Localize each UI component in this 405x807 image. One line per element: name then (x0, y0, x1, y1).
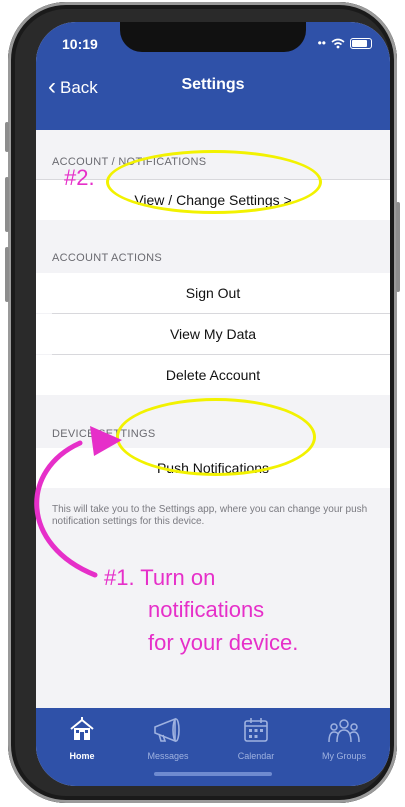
push-notifications-note: This will take you to the Settings app, … (52, 504, 368, 527)
wifi-icon (331, 38, 345, 48)
tab-label: My Groups (321, 751, 366, 761)
tab-home[interactable]: Home (38, 716, 126, 761)
status-time: 10:19 (62, 36, 98, 52)
power-button (396, 202, 400, 292)
sign-out-button[interactable]: Sign Out (36, 273, 390, 313)
annotation-step-2: #2. (64, 165, 95, 190)
mute-switch (5, 122, 9, 152)
annotation-step-1-line-2: notifications (148, 597, 265, 622)
navigation-bar: 10:19 •• ‹ Back Settings (36, 22, 390, 130)
megaphone-icon (154, 717, 180, 743)
tab-bar: Home Messages Calendar My Groups (36, 708, 390, 786)
tab-my-groups[interactable]: My Groups (300, 716, 388, 761)
house-icon (70, 717, 94, 740)
calendar-icon (244, 718, 268, 742)
status-icons: •• (318, 36, 372, 50)
volume-up-button (5, 177, 9, 232)
section-header-account-actions: ACCOUNT ACTIONS (52, 252, 163, 264)
tab-messages[interactable]: Messages (124, 716, 212, 761)
home-indicator (154, 772, 272, 776)
group-icon (328, 719, 360, 743)
annotation-step-1-line-3: for your device. (148, 630, 299, 655)
notch (120, 22, 306, 52)
annotation-step-1-line-1: #1. Turn on (104, 565, 216, 590)
tab-label: Home (69, 751, 95, 761)
tab-label: Messages (147, 751, 189, 761)
tab-calendar[interactable]: Calendar (212, 716, 300, 761)
battery-icon (350, 37, 372, 49)
highlight-ellipse-push-notifications (116, 398, 316, 476)
signal-icon: •• (317, 36, 326, 50)
volume-down-button (5, 247, 9, 302)
highlight-ellipse-view-settings (106, 150, 322, 214)
page-title: Settings (181, 76, 245, 93)
delete-account-button[interactable]: Delete Account (36, 355, 390, 395)
view-my-data-button[interactable]: View My Data (36, 314, 390, 354)
tab-label: Calendar (237, 751, 275, 761)
